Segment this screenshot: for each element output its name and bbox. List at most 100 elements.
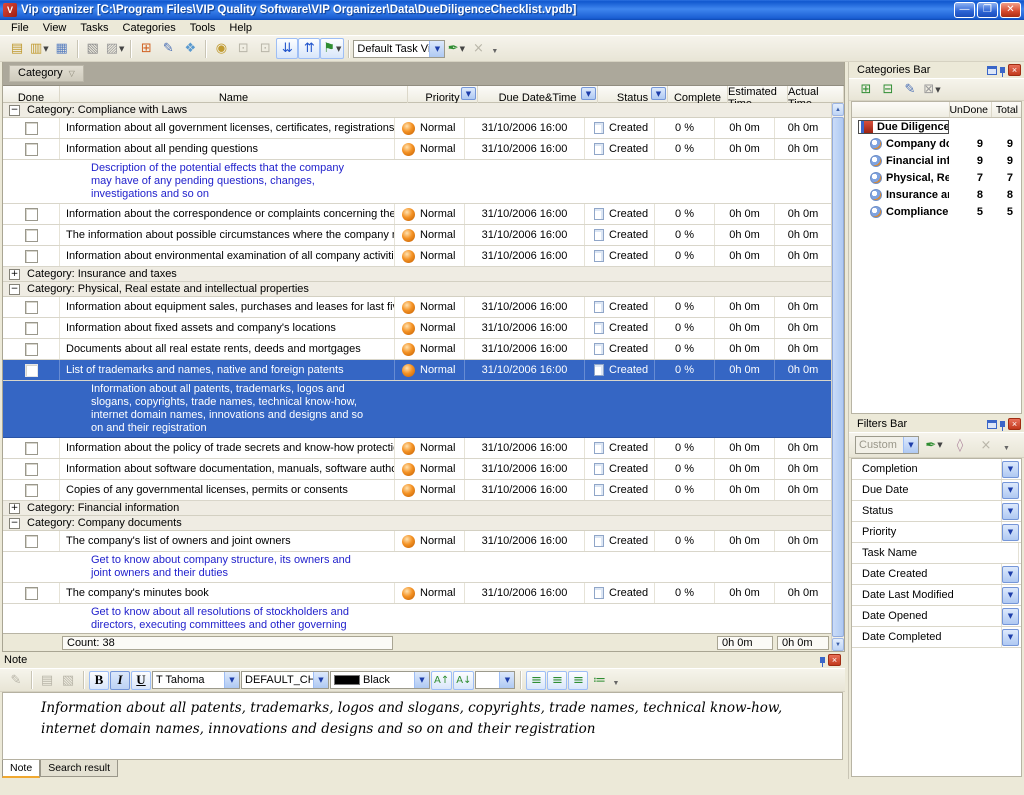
font-size-combo[interactable]: ▼ xyxy=(475,671,515,689)
shrink-font-button[interactable]: A↓ xyxy=(453,671,474,690)
filter-row-task-name[interactable]: Task Name xyxy=(852,543,1021,564)
chevron-down-icon[interactable]: ▼ xyxy=(460,45,465,53)
pin-icon[interactable] xyxy=(820,657,825,663)
chevron-down-icon[interactable]: ▼ xyxy=(119,45,124,53)
collapse-icon[interactable]: − xyxy=(9,518,20,529)
tab-note[interactable]: Note xyxy=(2,760,40,778)
note-editor[interactable]: Information about all patents, trademark… xyxy=(2,692,843,760)
filter-row-priority[interactable]: Priority▼ xyxy=(852,522,1021,543)
category-group-row[interactable]: −Category: Physical, Real estate and int… xyxy=(3,282,831,297)
charset-combo[interactable]: DEFAULT_CHAR▼ xyxy=(241,671,329,689)
task-row[interactable]: Information about the correspondence or … xyxy=(3,204,831,225)
add-category-button[interactable]: ⊞ xyxy=(855,79,877,100)
category-tree-item[interactable]: Insurance and taxes88 xyxy=(852,186,1021,203)
chevron-down-icon[interactable]: ▼ xyxy=(935,86,940,94)
done-checkbox[interactable] xyxy=(25,587,38,600)
print-button[interactable]: ▧ xyxy=(82,38,104,59)
filter-preset-combo[interactable]: Custom▼ xyxy=(855,436,919,454)
task-note-row[interactable]: Information about all patents, trademark… xyxy=(3,381,831,438)
menu-view[interactable]: View xyxy=(36,21,74,35)
chevron-down-icon[interactable]: ▼ xyxy=(336,45,341,53)
bullet-list-button[interactable]: ≔ xyxy=(589,671,609,690)
task-row[interactable]: Information about environmental examinat… xyxy=(3,246,831,267)
task-row[interactable]: Copies of any governmental licenses, per… xyxy=(3,480,831,501)
filter-row-date-completed[interactable]: Date Completed▼ xyxy=(852,627,1021,648)
chevron-down-icon[interactable]: ▼ xyxy=(1002,608,1019,625)
font-color-combo[interactable]: Black▼ xyxy=(330,671,430,689)
edit-category-button[interactable]: ✎ xyxy=(899,79,921,100)
filter-row-status[interactable]: Status▼ xyxy=(852,501,1021,522)
chevron-down-icon[interactable]: ▼ xyxy=(499,672,514,688)
category-group-row[interactable]: +Category: Financial information xyxy=(3,501,831,516)
grow-font-button[interactable]: A↑ xyxy=(431,671,452,690)
edit-task-button[interactable]: ✎ xyxy=(157,38,179,59)
chevron-down-icon[interactable]: ▼ xyxy=(937,441,942,449)
open-database-button[interactable]: ▥▼ xyxy=(28,38,51,59)
chevron-down-icon[interactable]: ▼ xyxy=(224,672,239,688)
done-checkbox[interactable] xyxy=(25,122,38,135)
task-row[interactable]: The company's minutes bookNormal31/10/20… xyxy=(3,583,831,604)
menu-help[interactable]: Help xyxy=(222,21,259,35)
menu-categories[interactable]: Categories xyxy=(116,21,183,35)
expand-all-button[interactable]: ⇊ xyxy=(276,38,298,59)
done-checkbox[interactable] xyxy=(25,229,38,242)
expand-icon[interactable]: + xyxy=(9,269,20,280)
category-group-row[interactable]: −Category: Compliance with Laws xyxy=(3,103,831,118)
grid-vertical-scrollbar[interactable]: ▲ ▼ xyxy=(831,103,844,651)
font-family-combo[interactable]: T Tahoma▼ xyxy=(152,671,240,689)
done-checkbox[interactable] xyxy=(25,535,38,548)
bold-button[interactable]: B xyxy=(89,671,109,690)
align-right-button[interactable]: ≡ xyxy=(568,671,588,690)
task-note-row[interactable]: Description of the potential effects tha… xyxy=(3,160,831,204)
chevron-down-icon[interactable]: ▼ xyxy=(43,45,48,53)
task-row[interactable]: Information about fixed assets and compa… xyxy=(3,318,831,339)
group-by-category-button[interactable]: Category ▽ xyxy=(9,65,84,82)
delete-category-button[interactable]: ⊠▼ xyxy=(921,79,943,100)
save-database-button[interactable]: ▦ xyxy=(51,38,73,59)
category-group-row[interactable]: +Category: Insurance and taxes xyxy=(3,267,831,282)
done-checkbox[interactable] xyxy=(25,442,38,455)
done-checkbox[interactable] xyxy=(25,322,38,335)
category-tree-root[interactable]: Due Diligence C xyxy=(852,118,1021,135)
align-left-button[interactable]: ≡ xyxy=(526,671,546,690)
filter-dropdown-icon[interactable]: ▼ xyxy=(581,87,596,100)
filter-row-due-date[interactable]: Due Date▼ xyxy=(852,480,1021,501)
category-tree-item[interactable]: Compliance with Laws55 xyxy=(852,203,1021,220)
task-note-row[interactable]: Get to know about all resolutions of sto… xyxy=(3,604,831,633)
add-subcategory-button[interactable]: ⊟ xyxy=(877,79,899,100)
task-row[interactable]: Information about the policy of trade se… xyxy=(3,438,831,459)
italic-button[interactable]: I xyxy=(110,671,130,690)
chevron-down-icon[interactable]: ▼ xyxy=(414,672,429,688)
restore-button[interactable]: ❐ xyxy=(977,2,998,18)
done-checkbox[interactable] xyxy=(25,343,38,356)
go-to-task-button[interactable]: ⚑▼ xyxy=(320,38,344,59)
category-tree-item[interactable]: Physical, Real estate77 xyxy=(852,169,1021,186)
filter-row-date-last-modified[interactable]: Date Last Modified▼ xyxy=(852,585,1021,606)
menu-file[interactable]: File xyxy=(4,21,36,35)
task-row[interactable]: Information about equipment sales, purch… xyxy=(3,297,831,318)
collapse-icon[interactable]: − xyxy=(9,105,20,116)
task-note-row[interactable]: Get to know about company structure, its… xyxy=(3,552,831,583)
close-icon[interactable]: × xyxy=(1008,64,1021,76)
done-checkbox[interactable] xyxy=(25,250,38,263)
task-row[interactable]: The information about possible circumsta… xyxy=(3,225,831,246)
scroll-down-arrow[interactable]: ▼ xyxy=(832,638,844,651)
minimize-button[interactable]: — xyxy=(954,2,975,18)
close-button[interactable]: ✕ xyxy=(1000,2,1021,18)
close-icon[interactable]: × xyxy=(828,654,841,666)
window-position-icon[interactable] xyxy=(987,66,997,75)
filter-dropdown-icon[interactable]: ▼ xyxy=(651,87,666,100)
chevron-down-icon[interactable]: ▼ xyxy=(1002,524,1019,541)
filter-row-completion[interactable]: Completion▼ xyxy=(852,459,1021,480)
tab-search-result[interactable]: Search result xyxy=(40,760,118,777)
expand-icon[interactable]: + xyxy=(9,503,20,514)
chevron-down-icon[interactable]: ▼ xyxy=(1002,629,1019,646)
chevron-down-icon[interactable]: ▼ xyxy=(1002,503,1019,520)
view-notes-button[interactable]: ◉ xyxy=(210,38,232,59)
new-task-button[interactable]: ⊞ xyxy=(135,38,157,59)
apply-filter-button[interactable]: ✒▼ xyxy=(923,435,945,456)
scroll-up-arrow[interactable]: ▲ xyxy=(832,103,844,116)
collapse-icon[interactable]: − xyxy=(9,284,20,295)
chevron-down-icon[interactable]: ▼ xyxy=(1002,482,1019,499)
menu-tasks[interactable]: Tasks xyxy=(73,21,115,35)
